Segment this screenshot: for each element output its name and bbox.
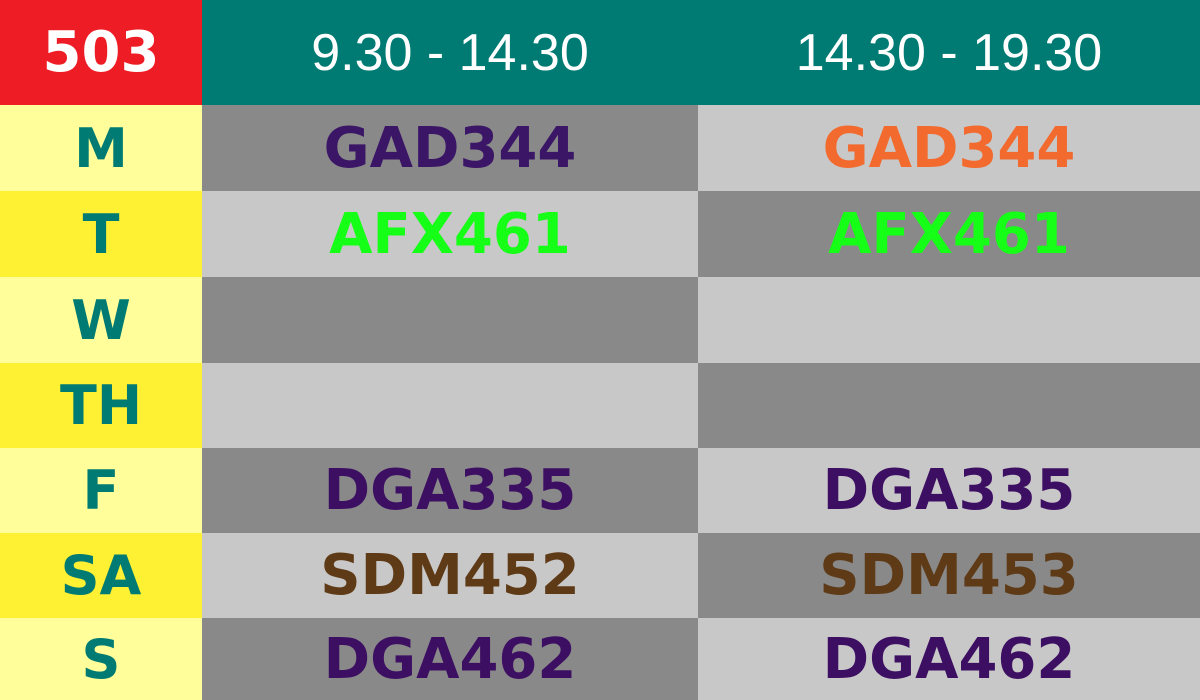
day-label-tuesday: T <box>0 191 202 277</box>
schedule-grid: 503 9.30 - 14.30 14.30 - 19.30 M GAD344 … <box>0 0 1200 700</box>
schedule-cell: DGA462 <box>698 618 1200 700</box>
schedule-cell: DGA462 <box>202 618 698 700</box>
schedule-cell <box>202 363 698 448</box>
schedule-cell <box>202 277 698 363</box>
day-label-saturday: SA <box>0 533 202 618</box>
day-label-wednesday: W <box>0 277 202 363</box>
schedule-cell: DGA335 <box>202 448 698 533</box>
schedule-cell: AFX461 <box>202 191 698 277</box>
schedule-cell <box>698 363 1200 448</box>
schedule-cell: DGA335 <box>698 448 1200 533</box>
day-label-thursday: TH <box>0 363 202 448</box>
time-slot-afternoon: 14.30 - 19.30 <box>698 0 1200 105</box>
schedule-cell: SDM453 <box>698 533 1200 618</box>
schedule-cell <box>698 277 1200 363</box>
time-slot-morning: 9.30 - 14.30 <box>202 0 698 105</box>
schedule-cell: SDM452 <box>202 533 698 618</box>
schedule-cell: GAD344 <box>698 105 1200 191</box>
day-label-monday: M <box>0 105 202 191</box>
day-label-friday: F <box>0 448 202 533</box>
schedule-cell: AFX461 <box>698 191 1200 277</box>
day-label-sunday: S <box>0 618 202 700</box>
schedule-cell: GAD344 <box>202 105 698 191</box>
room-number: 503 <box>0 0 202 105</box>
